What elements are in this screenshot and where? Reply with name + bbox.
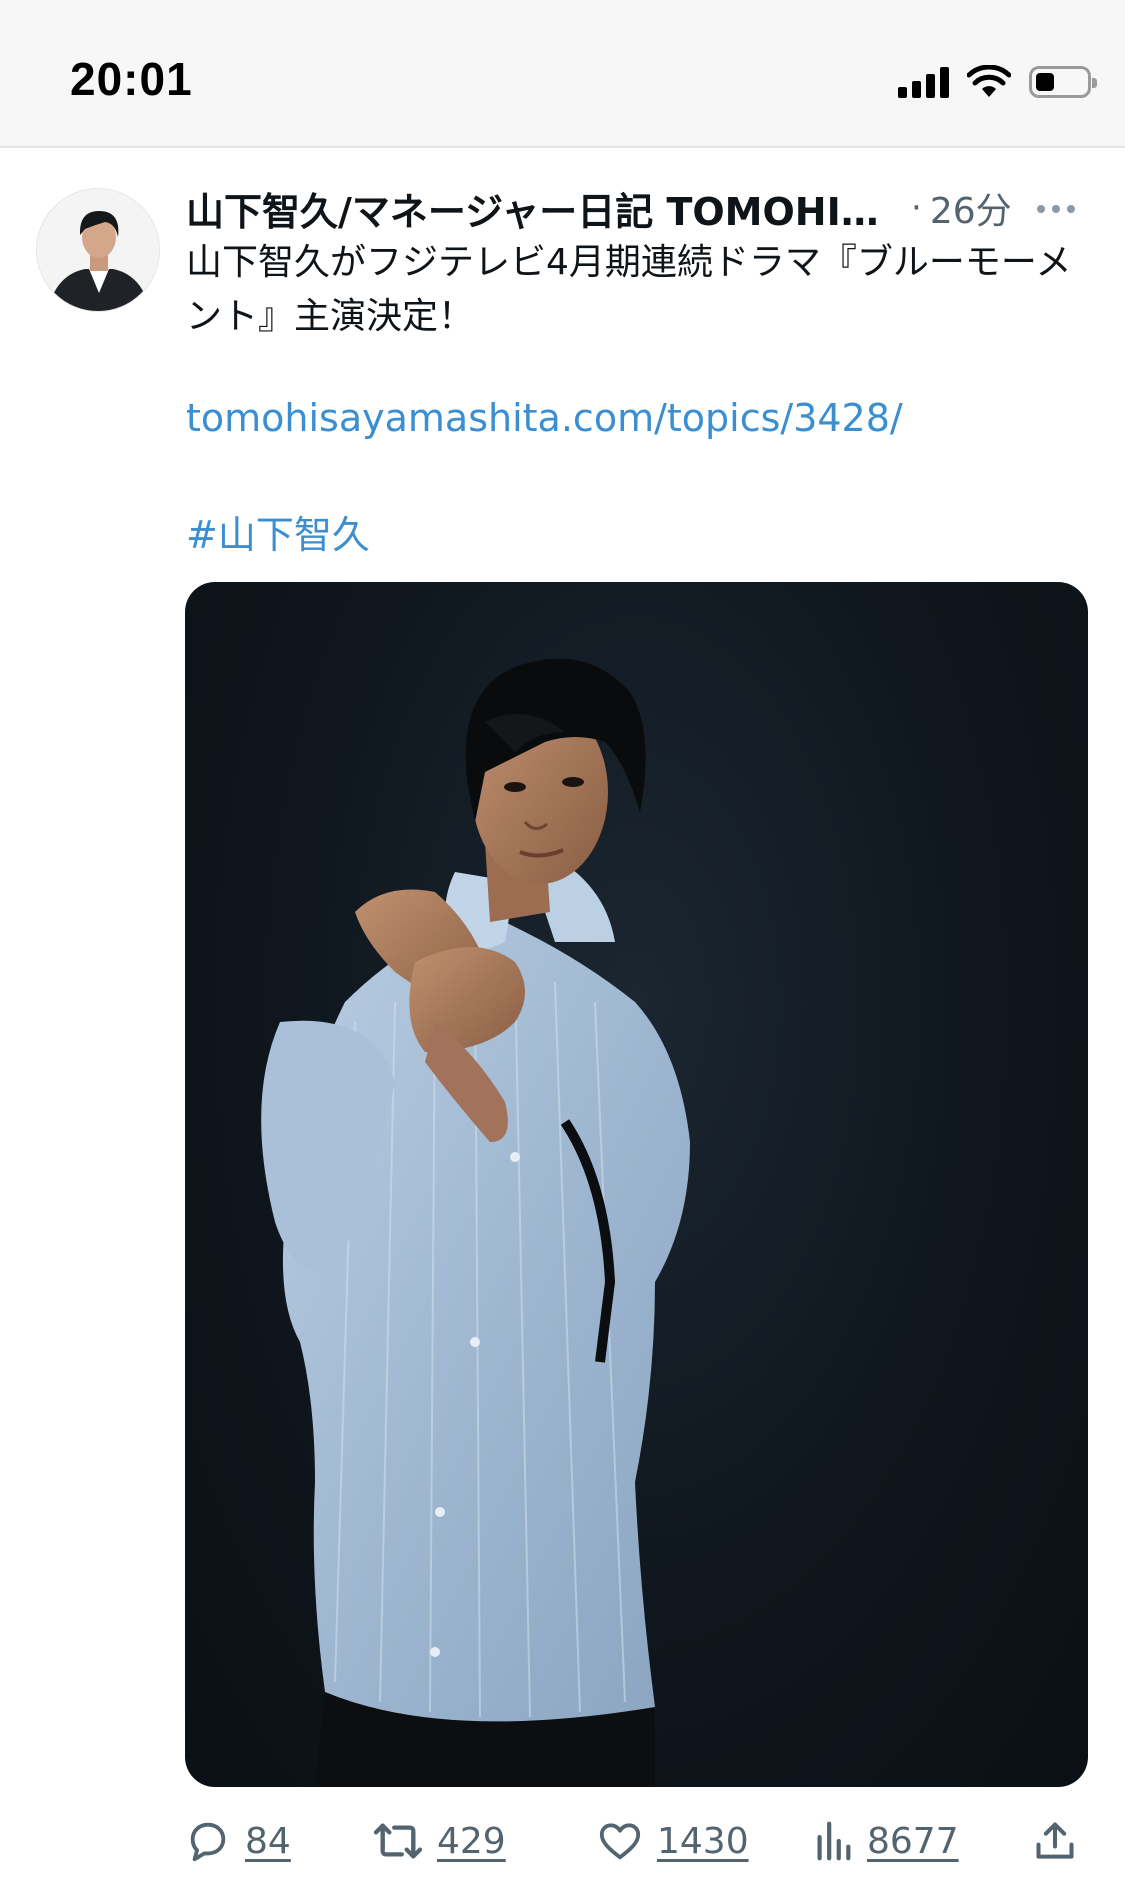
- share-button[interactable]: [1033, 1806, 1077, 1876]
- retweet-button[interactable]: 429: [373, 1806, 506, 1876]
- share-icon: [1036, 1822, 1074, 1859]
- views-icon: [817, 1821, 851, 1861]
- more-dot-icon: [1052, 205, 1060, 213]
- reply-icon: [190, 1822, 226, 1862]
- views-button[interactable]: 8677: [813, 1806, 959, 1876]
- like-count: 1430: [657, 1820, 749, 1862]
- status-time: 20:01: [70, 53, 193, 105]
- like-icon: [599, 1823, 641, 1860]
- more-dot-icon: [1067, 205, 1075, 213]
- tweet-media-photo[interactable]: [185, 582, 1088, 1787]
- tweet-actions: 84 429 1430 8677: [185, 1806, 1090, 1876]
- like-button[interactable]: 1430: [597, 1806, 749, 1876]
- retweet-icon: [373, 1823, 423, 1859]
- author-name[interactable]: 山下智久/マネージャー日記 TOMOHISA YAMASHITA STAFF: [186, 181, 901, 236]
- tweet-text: 山下智久がフジテレビ4月期連続ドラマ『ブルーモーメント』主演決定！: [186, 236, 1091, 344]
- tweet-link[interactable]: tomohisayamashita.com/topics/3428/: [186, 396, 903, 440]
- reply-count: 84: [245, 1820, 291, 1862]
- retweet-count: 429: [437, 1820, 506, 1862]
- battery-icon: [1029, 66, 1097, 98]
- tweet-header: 山下智久/マネージャー日記 TOMOHISA YAMASHITA STAFF ·…: [186, 178, 1086, 238]
- views-count: 8677: [867, 1820, 959, 1862]
- tweet-hashtag[interactable]: #山下智久: [186, 504, 370, 559]
- time-separator: ·: [911, 188, 922, 228]
- tweet-text-line: 山下智久がフジテレビ4月期連続ドラマ『ブルーモーメント』主演決定！: [186, 242, 1072, 337]
- reply-button[interactable]: 84: [185, 1806, 291, 1876]
- wifi-icon: [967, 65, 1011, 97]
- more-options-button[interactable]: [1026, 192, 1086, 226]
- tweet-timestamp[interactable]: 26分: [930, 182, 1012, 234]
- signal-icon: [898, 66, 949, 98]
- status-icons: [898, 62, 1097, 102]
- more-dot-icon: [1037, 205, 1045, 213]
- status-bar: 20:01: [0, 0, 1125, 148]
- avatar[interactable]: [36, 188, 160, 312]
